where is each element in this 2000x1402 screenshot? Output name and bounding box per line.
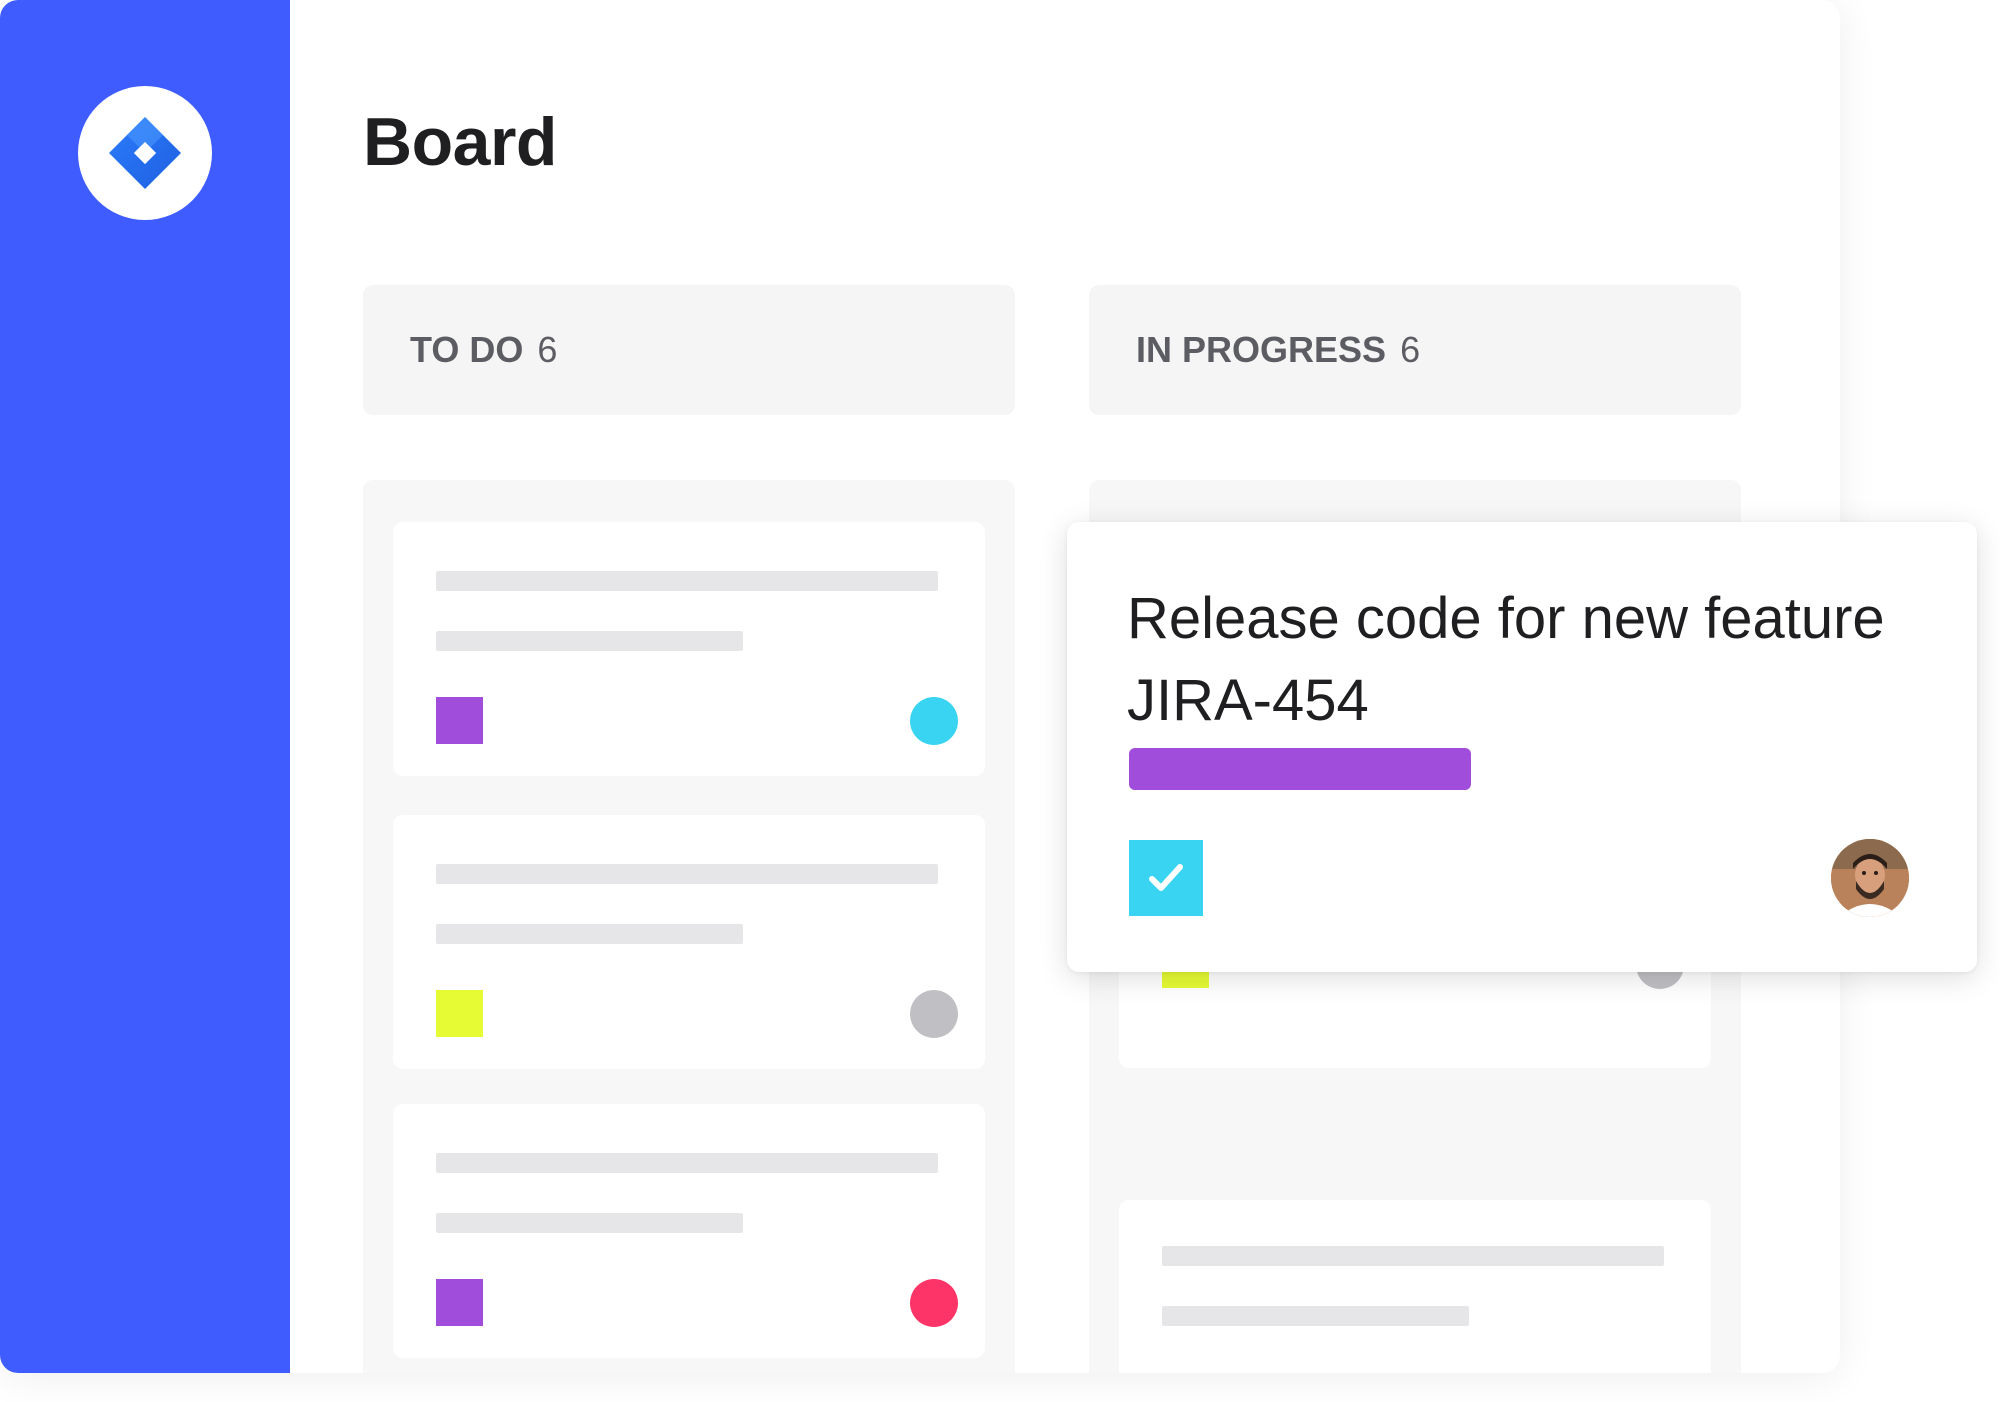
issue-type-tag [436, 990, 483, 1037]
placeholder-line [436, 864, 938, 884]
sidebar [0, 0, 290, 1373]
column-name: IN PROGRESS [1136, 329, 1387, 370]
person-avatar-icon [1831, 839, 1909, 917]
page-title: Board [363, 104, 557, 180]
issue-type-tag [436, 1279, 483, 1326]
column-count: 6 [537, 329, 558, 370]
placeholder-line [1162, 1246, 1664, 1266]
placeholder-line [436, 1213, 743, 1233]
jira-diamond-icon [109, 117, 181, 189]
column-count: 6 [1400, 329, 1421, 370]
issue-label [1129, 748, 1471, 790]
issue-card[interactable] [1119, 1200, 1711, 1373]
assignee-dot[interactable] [910, 990, 958, 1038]
dragged-issue-card[interactable]: Release code for new feature JIRA-454 [1067, 522, 1977, 972]
placeholder-line [436, 571, 938, 591]
done-checkbox[interactable] [1129, 840, 1203, 916]
placeholder-line [436, 924, 743, 944]
placeholder-line [436, 1153, 938, 1173]
column-header-in-progress[interactable]: IN PROGRESS 6 [1089, 285, 1741, 415]
assignee-dot[interactable] [910, 697, 958, 745]
issue-card[interactable] [393, 1104, 985, 1358]
placeholder-line [1162, 1306, 1469, 1326]
issue-card[interactable] [393, 522, 985, 776]
column-header-todo[interactable]: TO DO 6 [363, 285, 1015, 415]
issue-title: Release code for new feature JIRA-454 [1127, 586, 1885, 733]
checkmark-icon [1149, 864, 1183, 891]
logo[interactable] [78, 86, 212, 220]
lane-todo [363, 480, 1015, 1373]
assignee-dot[interactable] [910, 1279, 958, 1327]
placeholder-line [436, 631, 743, 651]
column-name: TO DO [410, 329, 524, 370]
issue-card[interactable] [393, 815, 985, 1069]
issue-type-tag [436, 697, 483, 744]
user-avatar[interactable] [1831, 839, 1909, 917]
